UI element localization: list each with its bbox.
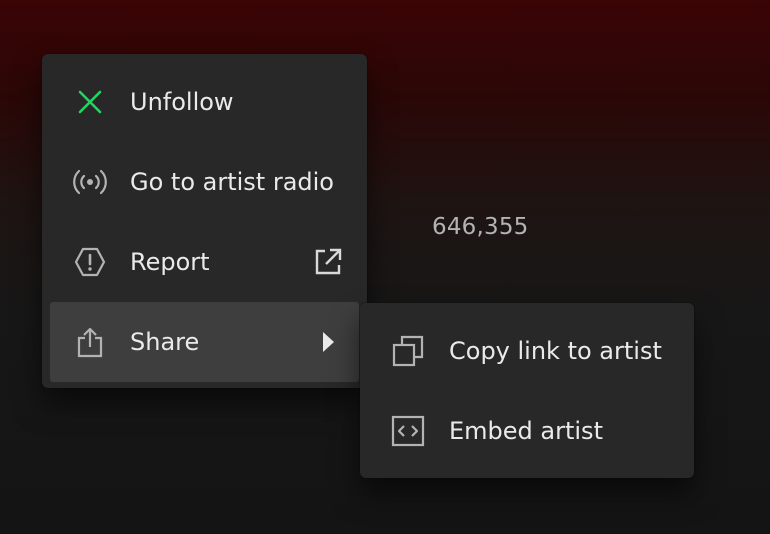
menu-item-label: Report (130, 248, 210, 276)
menu-item-label: Unfollow (130, 88, 234, 116)
menu-item-report[interactable]: Report (50, 222, 359, 302)
external-link-icon (311, 245, 345, 279)
submenu-item-copy-link[interactable]: Copy link to artist (368, 311, 686, 391)
listener-count: 646,355 (432, 214, 529, 240)
context-menu: Unfollow Go to artist radio Report Share (42, 54, 367, 388)
menu-item-label: Share (130, 328, 200, 356)
radio-icon (72, 164, 108, 200)
menu-item-artist-radio[interactable]: Go to artist radio (50, 142, 359, 222)
submenu-item-label: Embed artist (449, 417, 603, 445)
share-submenu: Copy link to artist Embed artist (360, 303, 694, 478)
chevron-right-icon (311, 325, 345, 359)
submenu-item-label: Copy link to artist (449, 337, 662, 365)
menu-item-label: Go to artist radio (130, 168, 334, 196)
menu-item-share[interactable]: Share (50, 302, 359, 382)
submenu-item-embed[interactable]: Embed artist (368, 391, 686, 471)
menu-item-unfollow[interactable]: Unfollow (50, 62, 359, 142)
report-icon (72, 244, 108, 280)
x-icon (72, 84, 108, 120)
share-icon (72, 324, 108, 360)
copy-icon (390, 333, 426, 369)
embed-icon (390, 413, 426, 449)
